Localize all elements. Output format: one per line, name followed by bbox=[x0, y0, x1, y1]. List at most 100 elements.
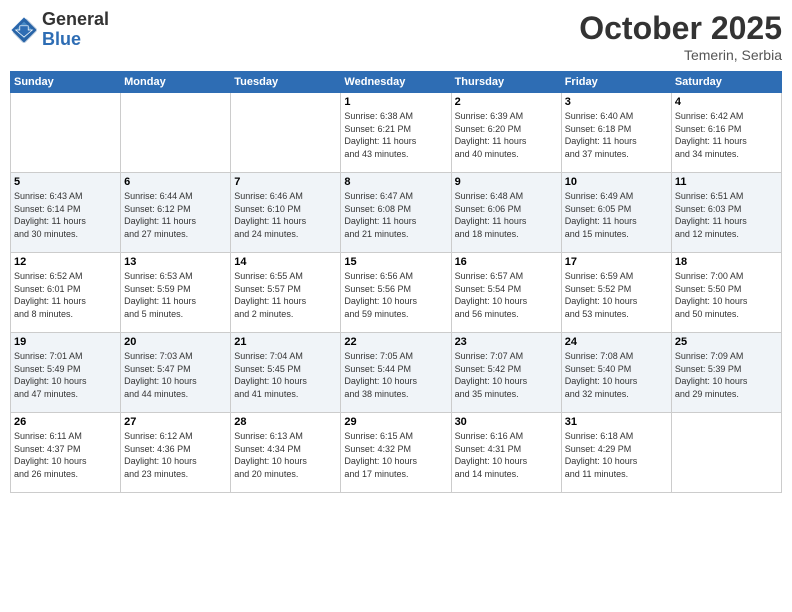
day-info: Sunrise: 6:11 AM Sunset: 4:37 PM Dayligh… bbox=[14, 430, 117, 480]
calendar-week-row: 5 Sunrise: 6:43 AM Sunset: 6:14 PM Daylig… bbox=[11, 173, 782, 253]
table-row: 27 Sunrise: 6:12 AM Sunset: 4:36 PM Dayli… bbox=[121, 413, 231, 493]
title-block: October 2025 Temerin, Serbia bbox=[579, 10, 782, 63]
day-number: 19 bbox=[14, 336, 117, 348]
logo-blue-text: Blue bbox=[42, 30, 109, 50]
table-row: 1 Sunrise: 6:38 AM Sunset: 6:21 PM Daylig… bbox=[341, 93, 451, 173]
day-info: Sunrise: 6:43 AM Sunset: 6:14 PM Dayligh… bbox=[14, 190, 117, 240]
header-saturday: Saturday bbox=[671, 72, 781, 93]
day-info: Sunrise: 6:39 AM Sunset: 6:20 PM Dayligh… bbox=[455, 110, 558, 160]
table-row: 13 Sunrise: 6:53 AM Sunset: 5:59 PM Dayli… bbox=[121, 253, 231, 333]
day-number: 17 bbox=[565, 256, 668, 268]
day-info: Sunrise: 6:12 AM Sunset: 4:36 PM Dayligh… bbox=[124, 430, 227, 480]
table-row bbox=[121, 93, 231, 173]
day-info: Sunrise: 6:49 AM Sunset: 6:05 PM Dayligh… bbox=[565, 190, 668, 240]
day-number: 25 bbox=[675, 336, 778, 348]
table-row: 28Sunrise: 6:13 AM Sunset: 4:34 PM Dayli… bbox=[231, 413, 341, 493]
header-wednesday: Wednesday bbox=[341, 72, 451, 93]
table-row: 9 Sunrise: 6:48 AM Sunset: 6:06 PM Daylig… bbox=[451, 173, 561, 253]
table-row: 23Sunrise: 7:07 AM Sunset: 5:42 PM Dayli… bbox=[451, 333, 561, 413]
day-number: 12 bbox=[14, 256, 117, 268]
day-number: 21 bbox=[234, 336, 337, 348]
day-info: Sunrise: 7:00 AM Sunset: 5:50 PM Dayligh… bbox=[675, 270, 778, 320]
day-info: Sunrise: 6:44 AM Sunset: 6:12 PM Dayligh… bbox=[124, 190, 227, 240]
header-tuesday: Tuesday bbox=[231, 72, 341, 93]
table-row bbox=[231, 93, 341, 173]
day-number: 3 bbox=[565, 96, 668, 108]
day-info: Sunrise: 6:38 AM Sunset: 6:21 PM Dayligh… bbox=[344, 110, 447, 160]
day-number: 1 bbox=[344, 96, 447, 108]
day-info: Sunrise: 6:51 AM Sunset: 6:03 PM Dayligh… bbox=[675, 190, 778, 240]
day-info: Sunrise: 6:59 AM Sunset: 5:52 PM Dayligh… bbox=[565, 270, 668, 320]
table-row: 14Sunrise: 6:55 AM Sunset: 5:57 PM Dayli… bbox=[231, 253, 341, 333]
day-info: Sunrise: 6:15 AM Sunset: 4:32 PM Dayligh… bbox=[344, 430, 447, 480]
table-row: 8Sunrise: 6:47 AM Sunset: 6:08 PM Daylig… bbox=[341, 173, 451, 253]
day-info: Sunrise: 6:42 AM Sunset: 6:16 PM Dayligh… bbox=[675, 110, 778, 160]
table-row: 26 Sunrise: 6:11 AM Sunset: 4:37 PM Dayli… bbox=[11, 413, 121, 493]
location: Temerin, Serbia bbox=[579, 47, 782, 63]
table-row: 18 Sunrise: 7:00 AM Sunset: 5:50 PM Dayli… bbox=[671, 253, 781, 333]
day-number: 18 bbox=[675, 256, 778, 268]
calendar-week-row: 19Sunrise: 7:01 AM Sunset: 5:49 PM Dayli… bbox=[11, 333, 782, 413]
day-number: 11 bbox=[675, 176, 778, 188]
page: General Blue October 2025 Temerin, Serbi… bbox=[0, 0, 792, 612]
day-number: 14 bbox=[234, 256, 337, 268]
table-row: 10 Sunrise: 6:49 AM Sunset: 6:05 PM Dayli… bbox=[561, 173, 671, 253]
day-number: 8 bbox=[344, 176, 447, 188]
table-row: 15Sunrise: 6:56 AM Sunset: 5:56 PM Dayli… bbox=[341, 253, 451, 333]
table-row: 7 Sunrise: 6:46 AM Sunset: 6:10 PM Daylig… bbox=[231, 173, 341, 253]
day-info: Sunrise: 7:05 AM Sunset: 5:44 PM Dayligh… bbox=[344, 350, 447, 400]
table-row: 21 Sunrise: 7:04 AM Sunset: 5:45 PM Dayli… bbox=[231, 333, 341, 413]
table-row: 24Sunrise: 7:08 AM Sunset: 5:40 PM Dayli… bbox=[561, 333, 671, 413]
logo: General Blue bbox=[10, 10, 109, 50]
day-number: 22 bbox=[344, 336, 447, 348]
day-number: 27 bbox=[124, 416, 227, 428]
day-number: 29 bbox=[344, 416, 447, 428]
day-info: Sunrise: 6:48 AM Sunset: 6:06 PM Dayligh… bbox=[455, 190, 558, 240]
day-number: 20 bbox=[124, 336, 227, 348]
table-row: 11 Sunrise: 6:51 AM Sunset: 6:03 PM Dayli… bbox=[671, 173, 781, 253]
logo-icon bbox=[10, 16, 38, 44]
logo-general-text: General bbox=[42, 10, 109, 30]
table-row: 30Sunrise: 6:16 AM Sunset: 4:31 PM Dayli… bbox=[451, 413, 561, 493]
day-number: 13 bbox=[124, 256, 227, 268]
day-number: 16 bbox=[455, 256, 558, 268]
table-row: 20 Sunrise: 7:03 AM Sunset: 5:47 PM Dayli… bbox=[121, 333, 231, 413]
header-friday: Friday bbox=[561, 72, 671, 93]
calendar-week-row: 26 Sunrise: 6:11 AM Sunset: 4:37 PM Dayli… bbox=[11, 413, 782, 493]
day-number: 31 bbox=[565, 416, 668, 428]
header-thursday: Thursday bbox=[451, 72, 561, 93]
day-info: Sunrise: 6:13 AM Sunset: 4:34 PM Dayligh… bbox=[234, 430, 337, 480]
day-info: Sunrise: 7:03 AM Sunset: 5:47 PM Dayligh… bbox=[124, 350, 227, 400]
table-row: 22 Sunrise: 7:05 AM Sunset: 5:44 PM Dayli… bbox=[341, 333, 451, 413]
logo-text: General Blue bbox=[42, 10, 109, 50]
day-info: Sunrise: 7:07 AM Sunset: 5:42 PM Dayligh… bbox=[455, 350, 558, 400]
table-row: 16 Sunrise: 6:57 AM Sunset: 5:54 PM Dayli… bbox=[451, 253, 561, 333]
calendar-week-row: 1 Sunrise: 6:38 AM Sunset: 6:21 PM Daylig… bbox=[11, 93, 782, 173]
table-row: 4Sunrise: 6:42 AM Sunset: 6:16 PM Daylig… bbox=[671, 93, 781, 173]
day-info: Sunrise: 6:53 AM Sunset: 5:59 PM Dayligh… bbox=[124, 270, 227, 320]
day-number: 10 bbox=[565, 176, 668, 188]
table-row: 19Sunrise: 7:01 AM Sunset: 5:49 PM Dayli… bbox=[11, 333, 121, 413]
table-row: 2 Sunrise: 6:39 AM Sunset: 6:20 PM Daylig… bbox=[451, 93, 561, 173]
day-info: Sunrise: 6:57 AM Sunset: 5:54 PM Dayligh… bbox=[455, 270, 558, 320]
calendar-table: Sunday Monday Tuesday Wednesday Thursday… bbox=[10, 71, 782, 493]
day-info: Sunrise: 6:46 AM Sunset: 6:10 PM Dayligh… bbox=[234, 190, 337, 240]
month-title: October 2025 bbox=[579, 10, 782, 47]
day-number: 2 bbox=[455, 96, 558, 108]
day-info: Sunrise: 7:09 AM Sunset: 5:39 PM Dayligh… bbox=[675, 350, 778, 400]
calendar-header-row: Sunday Monday Tuesday Wednesday Thursday… bbox=[11, 72, 782, 93]
day-info: Sunrise: 6:18 AM Sunset: 4:29 PM Dayligh… bbox=[565, 430, 668, 480]
day-info: Sunrise: 7:04 AM Sunset: 5:45 PM Dayligh… bbox=[234, 350, 337, 400]
day-number: 15 bbox=[344, 256, 447, 268]
day-number: 30 bbox=[455, 416, 558, 428]
day-number: 9 bbox=[455, 176, 558, 188]
header-monday: Monday bbox=[121, 72, 231, 93]
day-number: 5 bbox=[14, 176, 117, 188]
table-row: 12Sunrise: 6:52 AM Sunset: 6:01 PM Dayli… bbox=[11, 253, 121, 333]
header: General Blue October 2025 Temerin, Serbi… bbox=[10, 10, 782, 63]
day-number: 7 bbox=[234, 176, 337, 188]
header-sunday: Sunday bbox=[11, 72, 121, 93]
table-row: 17 Sunrise: 6:59 AM Sunset: 5:52 PM Dayli… bbox=[561, 253, 671, 333]
day-number: 26 bbox=[14, 416, 117, 428]
day-number: 6 bbox=[124, 176, 227, 188]
